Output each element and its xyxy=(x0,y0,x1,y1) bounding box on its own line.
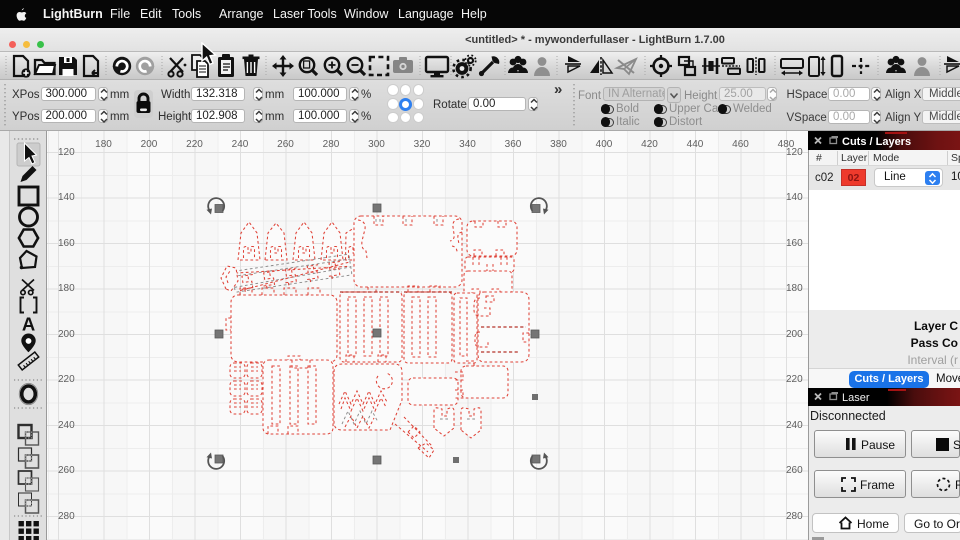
svg-text:A: A xyxy=(22,314,35,335)
